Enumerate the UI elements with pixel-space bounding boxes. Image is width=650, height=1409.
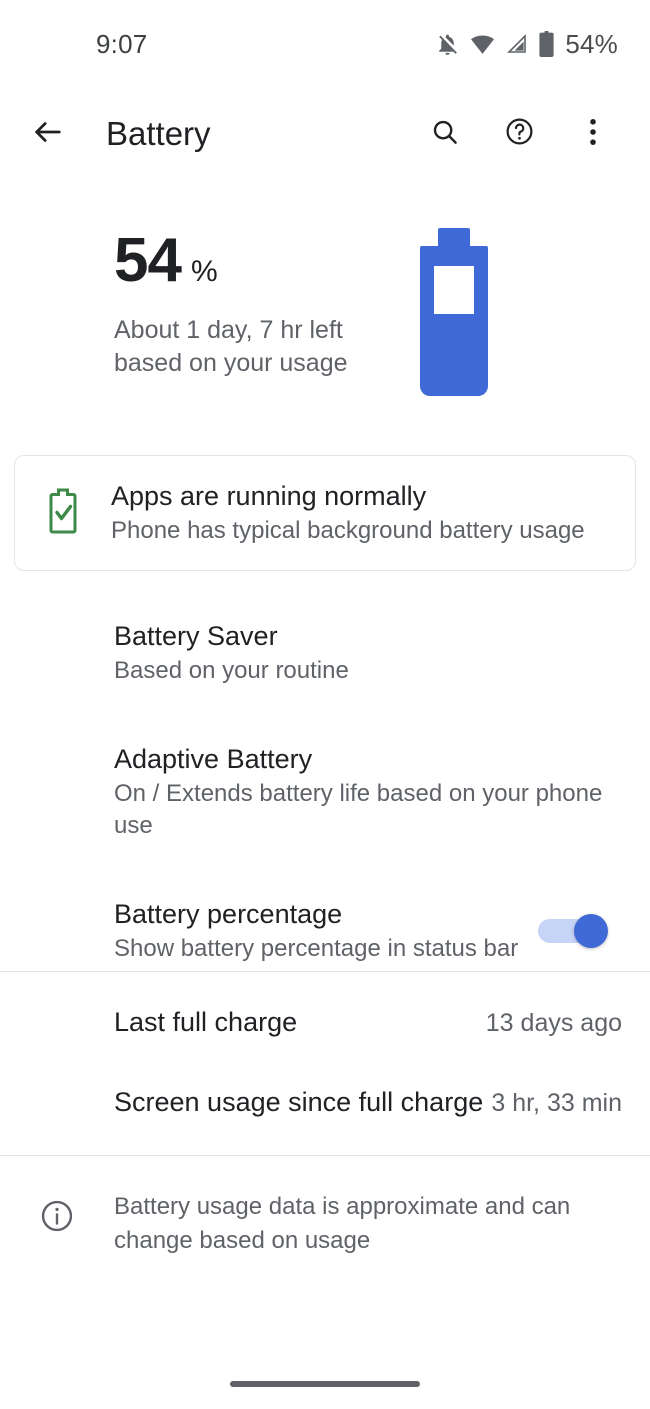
stat-last-full-charge-value: 13 days ago bbox=[485, 1009, 622, 1037]
status-bar-clock: 9:07 bbox=[96, 28, 148, 59]
status-bar: 9:07 54% bbox=[0, 0, 650, 88]
status-bar-battery-percent: 54% bbox=[565, 28, 618, 59]
stat-screen-usage-label: Screen usage since full charge bbox=[114, 1087, 484, 1117]
status-bar-icons: 54% bbox=[435, 29, 618, 60]
pref-battery-saver-title: Battery Saver bbox=[114, 621, 278, 651]
pref-battery-percentage-text: Battery percentage Show battery percenta… bbox=[114, 896, 538, 965]
pref-adaptive-battery[interactable]: Adaptive Battery On / Extends battery li… bbox=[0, 705, 650, 860]
battery-stats-list: Last full charge 13 days ago Screen usag… bbox=[0, 985, 650, 1145]
battery-percentage-toggle[interactable] bbox=[538, 913, 608, 948]
pref-adaptive-battery-text: Adaptive Battery On / Extends battery li… bbox=[114, 741, 622, 842]
pref-battery-percentage-subtitle: Show battery percentage in status bar bbox=[114, 935, 519, 962]
battery-icon bbox=[538, 31, 555, 57]
battery-summary: 54 % About 1 day, 7 hr left based on you… bbox=[0, 212, 650, 422]
pref-battery-percentage-title: Battery percentage bbox=[114, 899, 343, 929]
search-icon bbox=[430, 117, 460, 152]
battery-usage-disclaimer: Battery usage data is approximate and ca… bbox=[0, 1170, 650, 1258]
footer-line-2: change based on usage bbox=[114, 1227, 371, 1254]
battery-estimate-line-1: About 1 day, 7 hr left bbox=[114, 316, 343, 344]
status-card-subtitle: Phone has typical background battery usa… bbox=[111, 517, 585, 544]
pref-battery-saver-text: Battery Saver Based on your routine bbox=[114, 618, 622, 687]
pref-battery-percentage[interactable]: Battery percentage Show battery percenta… bbox=[0, 860, 650, 983]
search-button[interactable] bbox=[422, 111, 468, 157]
back-arrow-icon bbox=[31, 115, 65, 154]
pref-battery-saver[interactable]: Battery Saver Based on your routine bbox=[0, 600, 650, 705]
battery-percent-value: 54 bbox=[114, 226, 182, 295]
cell-signal-icon bbox=[505, 32, 529, 56]
help-button[interactable] bbox=[496, 111, 542, 157]
back-button[interactable] bbox=[16, 115, 80, 154]
battery-summary-text: 54 % About 1 day, 7 hr left based on you… bbox=[0, 212, 348, 380]
page-title: Battery bbox=[106, 115, 211, 152]
stat-last-full-charge[interactable]: Last full charge 13 days ago bbox=[0, 985, 650, 1065]
more-options-button[interactable] bbox=[570, 111, 616, 157]
battery-preference-list: Battery Saver Based on your routine Adap… bbox=[0, 600, 650, 983]
battery-settings-screen: 9:07 54% Battery 54 % About 1 day, 7 hr … bbox=[0, 0, 650, 1409]
stat-screen-usage[interactable]: Screen usage since full charge 3 hr, 33 … bbox=[0, 1065, 650, 1145]
stat-last-full-charge-label: Last full charge bbox=[114, 1007, 298, 1037]
footer-icon-wrap bbox=[0, 1182, 114, 1239]
notifications-off-icon bbox=[435, 32, 460, 57]
pref-adaptive-battery-subtitle: On / Extends battery life based on your … bbox=[114, 780, 603, 839]
info-icon bbox=[39, 1198, 75, 1239]
battery-check-icon bbox=[44, 487, 82, 540]
help-icon bbox=[504, 116, 535, 152]
status-card-icon-wrap bbox=[15, 487, 111, 540]
more-options-icon bbox=[580, 117, 606, 152]
pref-battery-saver-subtitle: Based on your routine bbox=[114, 657, 349, 684]
app-bar: Battery bbox=[0, 88, 650, 180]
app-bar-actions bbox=[422, 111, 650, 157]
status-card-text: Apps are running normally Phone has typi… bbox=[111, 479, 603, 547]
pref-adaptive-battery-title: Adaptive Battery bbox=[114, 744, 313, 774]
battery-status-card[interactable]: Apps are running normally Phone has typi… bbox=[14, 455, 636, 571]
battery-estimate-line-2: based on your usage bbox=[114, 349, 348, 377]
gesture-navigation-bar[interactable] bbox=[230, 1381, 420, 1387]
divider-above-stats bbox=[0, 971, 650, 972]
status-card-title: Apps are running normally bbox=[111, 481, 427, 511]
divider-above-footer bbox=[0, 1155, 650, 1156]
battery-estimate: About 1 day, 7 hr left based on your usa… bbox=[114, 314, 348, 380]
battery-level-graphic bbox=[398, 224, 510, 405]
footer-text: Battery usage data is approximate and ca… bbox=[114, 1182, 570, 1258]
battery-percent-row: 54 % bbox=[114, 230, 348, 292]
footer-line-1: Battery usage data is approximate and ca… bbox=[114, 1193, 571, 1220]
wifi-icon bbox=[469, 32, 496, 57]
toggle-knob bbox=[574, 913, 608, 948]
battery-percent-sign: % bbox=[190, 255, 218, 288]
stat-screen-usage-value: 3 hr, 33 min bbox=[491, 1089, 622, 1117]
